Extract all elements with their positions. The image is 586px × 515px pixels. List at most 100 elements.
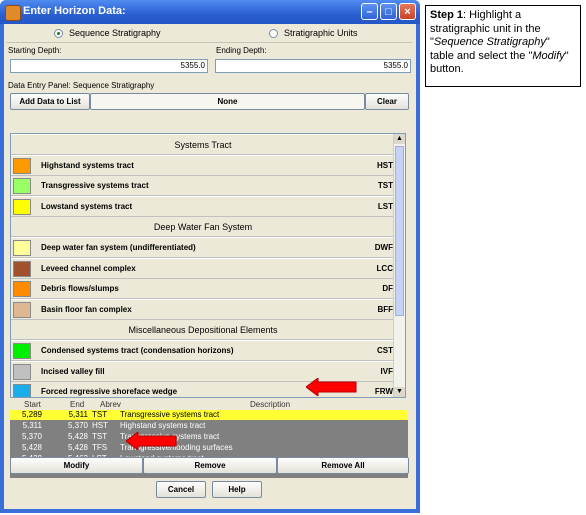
color-swatch (13, 157, 31, 174)
list-item[interactable]: Deep water fan system (undifferentiated)… (11, 238, 395, 258)
col-end: End (70, 400, 85, 409)
list-group-header: Deep Water Fan System (11, 217, 395, 238)
list-item-code: FRW (374, 387, 393, 397)
list-item-name: Leveed channel complex (41, 263, 136, 273)
list-item[interactable]: Transgressive systems tract TST (11, 176, 395, 197)
help-button[interactable]: Help (212, 481, 262, 498)
dialog-window: Enter Horizon Data: – □ × Sequence Strat… (0, 0, 420, 513)
radio-label: Stratigraphic Units (284, 28, 358, 38)
remove-button[interactable]: Remove (143, 457, 277, 474)
table-row[interactable]: 5,311 5,370 HST Highstand systems tract (10, 421, 408, 431)
callout-arrow-table-icon (306, 378, 357, 396)
col-description: Description (250, 400, 291, 409)
list-item-name: Debris flows/slumps (41, 284, 119, 294)
scroll-thumb[interactable] (395, 146, 404, 316)
list-item-code: CST (377, 346, 393, 355)
dialog-body: Sequence Stratigraphy Stratigraphic Unit… (4, 24, 416, 509)
ending-depth-label: Ending Depth: (216, 46, 267, 55)
radio-icon (269, 29, 278, 39)
starting-depth-field[interactable]: 5355.0 (10, 59, 208, 73)
list-item[interactable]: Condensed systems tract (condensation ho… (11, 341, 395, 361)
scroll-down-icon[interactable]: ▼ (394, 387, 405, 397)
table-cell-abrev: HST (92, 421, 108, 430)
table-cell-desc: Highstand systems tract (120, 421, 206, 430)
callout-arrow-modify-icon (126, 432, 177, 450)
radio-label: Sequence Stratigraphy (69, 28, 161, 38)
list-item-code: IVF (380, 366, 393, 376)
table-header: Start End Abrev Description (10, 400, 408, 410)
table-cell-abrev: TST (92, 410, 108, 419)
ending-depth-field[interactable]: 5355.0 (215, 59, 411, 73)
radio-selected-icon (54, 29, 63, 39)
maximize-button[interactable]: □ (380, 3, 397, 20)
list-item-code: LCC (376, 263, 393, 273)
list-group-header: Systems Tract (11, 135, 395, 155)
table-cell-abrev: TST (92, 432, 108, 441)
table-cell-start: 5,428 (21, 443, 42, 452)
table-cell-end: 5,428 (67, 432, 88, 441)
list-item[interactable]: Debris flows/slumps DF (11, 279, 395, 300)
table-cell-start: 5,370 (21, 432, 42, 441)
add-data-to-list-button[interactable]: Add Data to List (10, 93, 90, 110)
close-button[interactable]: × (399, 3, 416, 20)
current-selection-display: None (90, 93, 365, 110)
note-step: Step 1 (430, 9, 464, 21)
table-cell-desc: Transgressive systems tract (120, 410, 220, 419)
title-bar[interactable]: Enter Horizon Data: – □ × (0, 0, 420, 24)
color-swatch (13, 343, 31, 359)
col-start: Start (24, 400, 41, 409)
color-swatch (13, 260, 31, 277)
list-item-name: Incised valley fill (41, 366, 105, 376)
list-item[interactable]: Lowstand systems tract LST (11, 196, 395, 217)
list-item-name: Highstand systems tract (41, 160, 134, 170)
list-scrollbar[interactable]: ▲ ▼ (393, 134, 405, 397)
modify-button[interactable]: Modify (10, 457, 143, 474)
table-row[interactable]: 5,3705,428TSTTransgressive systems tract (10, 432, 408, 442)
color-swatch (13, 178, 31, 195)
color-swatch (13, 198, 31, 215)
table-cell-start: 5,289 (21, 410, 42, 419)
note-em-1: Sequence Stratigraphy (433, 36, 546, 48)
divider (6, 42, 412, 43)
color-swatch (13, 301, 31, 318)
table-cell-abrev: TFS (92, 443, 108, 452)
table-cell-end: 5,370 (67, 421, 88, 430)
list-item-name: Forced regressive shoreface wedge (41, 387, 178, 397)
remove-all-button[interactable]: Remove All (277, 457, 409, 474)
app-icon (5, 5, 21, 21)
list-item-name: Basin floor fan complex (41, 304, 132, 314)
list-item-code: LST (377, 201, 393, 211)
instruction-note: Step 1: Highlight a stratigraphic unit i… (425, 5, 581, 87)
list-item[interactable]: Highstand systems tract HST (11, 155, 395, 176)
list-item-name: Deep water fan system (undifferentiated) (41, 243, 196, 252)
data-entry-panel-label: Data Entry Panel: Sequence Stratigraphy (8, 81, 155, 90)
color-swatch (13, 281, 31, 298)
cancel-button[interactable]: Cancel (156, 481, 206, 498)
sequence-stratigraphy-list[interactable]: Systems Tract Highstand systems tract HST T… (10, 133, 406, 398)
clear-button[interactable]: Clear (365, 93, 409, 110)
list-group-header: Miscellaneous Depositional Elements (11, 320, 395, 341)
table-cell-end: 5,311 (68, 410, 88, 419)
list-item-name: Condensed systems tract (condensation ho… (41, 346, 234, 355)
list-item-code: DF (382, 284, 393, 294)
list-item-code: TST (377, 181, 393, 191)
list-item[interactable]: Leveed channel complex LCC (11, 258, 395, 279)
list-item-name: Lowstand systems tract (41, 201, 133, 211)
minimize-button[interactable]: – (361, 3, 378, 20)
scroll-up-icon[interactable]: ▲ (394, 134, 405, 144)
color-swatch (13, 240, 31, 256)
list-item-code: DWF (374, 243, 393, 252)
note-em-2: Modify (532, 49, 565, 62)
list-item[interactable]: Basin floor fan complex BFF (11, 299, 395, 320)
color-swatch (13, 384, 31, 397)
color-swatch (13, 363, 31, 380)
table-row[interactable]: 5,289 5,311 TST Transgressive systems tract (10, 410, 408, 420)
list-item-code: HST (377, 160, 393, 170)
starting-depth-label: Starting Depth: (8, 46, 62, 55)
col-abrev: Abrev (100, 400, 121, 409)
table-cell-end: 5,428 (67, 443, 88, 452)
list-item-name: Transgressive systems tract (41, 181, 149, 191)
list-item-code: BFF (377, 304, 393, 314)
table-cell-start: 5,311 (22, 421, 42, 430)
table-row[interactable]: 5,428 5,428 TFS Transgressive/flooding surf… (10, 443, 408, 453)
